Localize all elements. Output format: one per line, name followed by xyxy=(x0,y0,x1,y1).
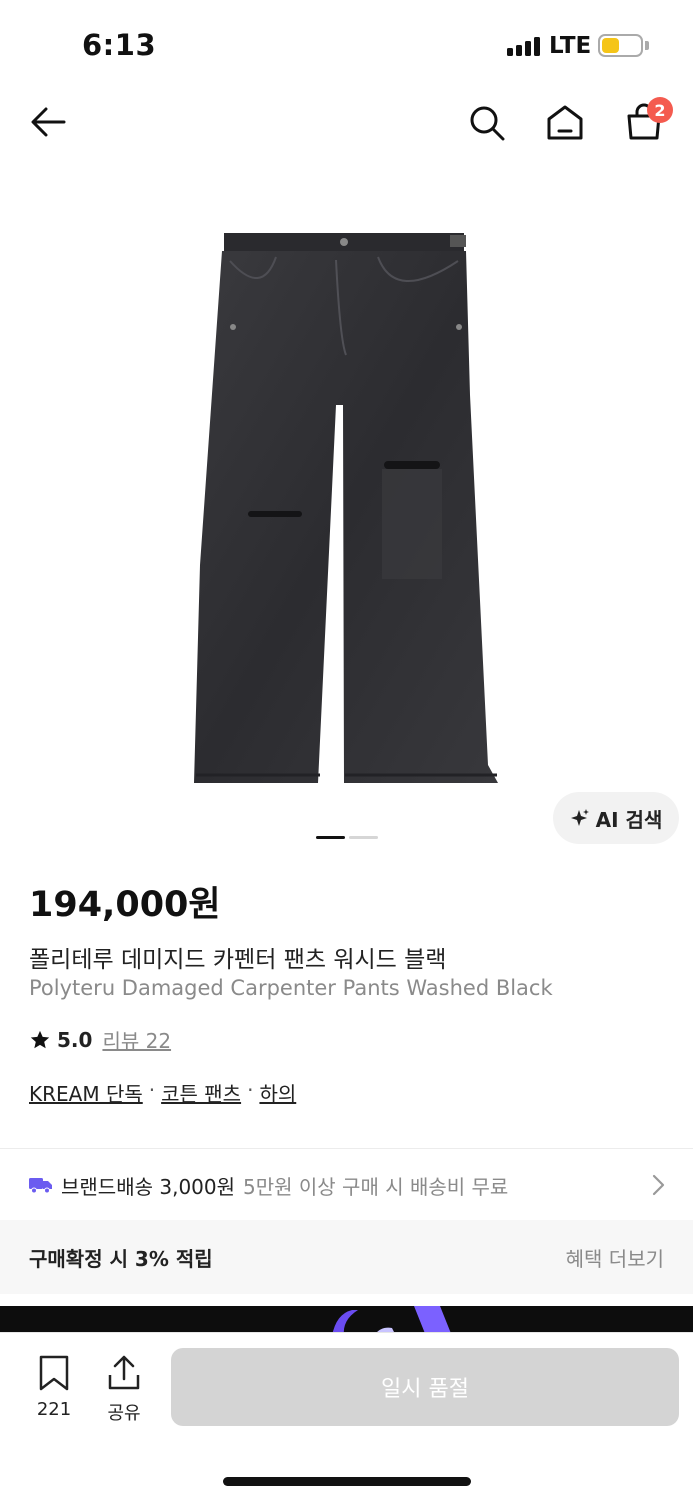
shipping-brand-fee: 브랜드배송 3,000원 xyxy=(61,1174,236,1199)
pager-dot xyxy=(349,836,378,839)
tag-separator: · xyxy=(148,1078,156,1102)
network-label: LTE xyxy=(549,33,592,59)
ai-search-button[interactable]: AI 검색 xyxy=(553,792,679,844)
status-time: 6:13 xyxy=(82,28,157,62)
tag-cotton-pants[interactable]: 코튼 팬츠 xyxy=(161,1078,241,1107)
chevron-right-icon xyxy=(652,1174,665,1196)
ai-search-label: AI 검색 xyxy=(595,807,663,832)
home-indicator xyxy=(223,1477,471,1486)
pager-dot-active xyxy=(316,836,345,839)
share-label: 공유 xyxy=(107,1403,141,1424)
product-name-en: Polyteru Damaged Carpenter Pants Washed … xyxy=(29,976,553,1000)
category-tags: KREAM 단독 · 코튼 팬츠 · 하의 xyxy=(29,1078,296,1107)
product-name-ko: 폴리테루 데미지드 카펜터 팬츠 워시드 블랙 xyxy=(29,947,447,973)
search-icon[interactable] xyxy=(467,103,507,143)
points-label: 구매확정 시 3% 적립 xyxy=(29,1246,213,1271)
review-link[interactable]: 리뷰 22 xyxy=(102,1025,171,1054)
battery-icon xyxy=(598,34,643,57)
status-bar: 6:13 LTE xyxy=(0,0,693,90)
bookmark-button[interactable]: 221 xyxy=(26,1355,82,1420)
sparkle-icon xyxy=(570,809,589,826)
rating-score: 5.0 xyxy=(57,1027,93,1052)
divider xyxy=(0,1148,693,1149)
bookmark-icon xyxy=(39,1355,69,1391)
star-icon xyxy=(30,1030,50,1048)
tag-bottoms[interactable]: 하의 xyxy=(259,1078,296,1107)
bookmark-count: 221 xyxy=(36,1399,72,1420)
image-pager xyxy=(316,836,378,839)
rating-row[interactable]: 5.0 리뷰 22 xyxy=(29,1025,171,1054)
share-button[interactable]: 공유 xyxy=(96,1355,152,1425)
benefits-more-link[interactable]: 혜택 더보기 xyxy=(566,1243,664,1272)
points-row: 구매확정 시 3% 적립 혜택 더보기 xyxy=(0,1220,693,1294)
battery-tip xyxy=(645,41,649,50)
delivery-truck-icon xyxy=(29,1178,52,1194)
shipping-row[interactable]: 브랜드배송 3,000원 5만원 이상 구매 시 배송비 무료 xyxy=(0,1150,693,1220)
bottom-action-bar: 221 공유 일시 품절 xyxy=(0,1332,693,1500)
product-image[interactable] xyxy=(0,165,693,825)
product-price: 194,000원 xyxy=(29,885,221,925)
tag-separator: · xyxy=(247,1078,254,1102)
share-icon xyxy=(108,1355,140,1390)
signal-icon xyxy=(507,36,540,56)
sold-out-button[interactable]: 일시 품절 xyxy=(171,1348,679,1426)
shipping-free-note: 5만원 이상 구매 시 배송비 무료 xyxy=(243,1174,509,1199)
home-icon[interactable] xyxy=(545,102,585,142)
cart-count-badge: 2 xyxy=(647,97,673,123)
back-arrow-icon[interactable] xyxy=(28,104,68,140)
tag-kream-exclusive[interactable]: KREAM 단독 xyxy=(29,1078,143,1107)
